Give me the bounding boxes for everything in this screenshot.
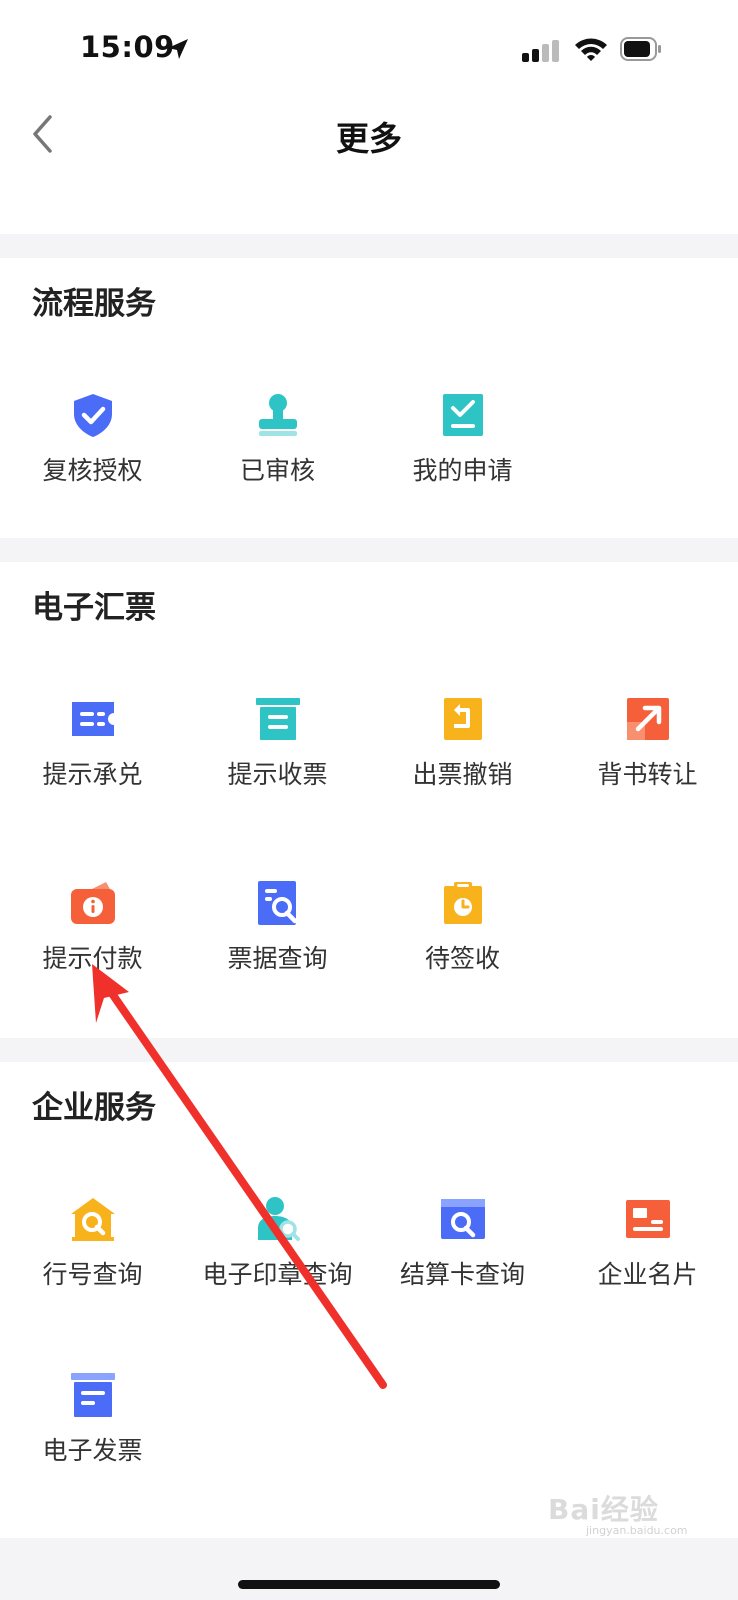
item-label: 企业名片	[597, 1260, 698, 1289]
item-bank-code-query[interactable]: 行号查询	[0, 1196, 185, 1291]
item-endorse-transfer[interactable]: 背书转让	[555, 696, 738, 791]
item-label: 背书转让	[597, 760, 698, 789]
document-search-icon	[257, 881, 297, 925]
location-arrow-icon	[166, 37, 190, 65]
section-title: 流程服务	[32, 286, 156, 322]
watermark-url: jingyan.baidu.com	[586, 1524, 688, 1537]
watermark: Bai经验	[548, 1493, 659, 1526]
status-bar: 15:09	[0, 0, 738, 100]
checklist-icon	[442, 394, 483, 436]
wallet-info-icon	[70, 882, 115, 924]
item-settlement-card-query[interactable]: 结算卡查询	[370, 1196, 555, 1291]
transfer-arrow-icon	[626, 698, 669, 740]
cellular-signal-icon	[522, 40, 560, 66]
invoice-box-icon	[70, 1373, 115, 1417]
item-label: 票据查询	[227, 944, 328, 973]
business-card-icon	[625, 1200, 670, 1238]
item-label: 提示付款	[42, 944, 143, 973]
item-bill-query[interactable]: 票据查询	[185, 880, 370, 975]
item-label: 提示承兑	[42, 760, 143, 789]
seal-search-icon	[257, 1197, 300, 1241]
section-title: 电子汇票	[32, 590, 156, 626]
item-pending-receipt[interactable]: 待签收	[370, 880, 555, 975]
home-indicator	[238, 1580, 500, 1589]
item-label: 电子发票	[42, 1436, 143, 1465]
item-prompt-receive[interactable]: 提示收票	[185, 696, 370, 791]
section-enterprise-services: 企业服务 行号查询 电子印章查询 结算卡查询 企业名片 电子发票	[0, 1062, 738, 1538]
card-search-icon	[440, 1199, 485, 1239]
item-review-authorize[interactable]: 复核授权	[0, 392, 185, 487]
item-label: 已审核	[239, 456, 315, 485]
item-label: 电子印章查询	[202, 1260, 353, 1289]
page-title: 更多	[336, 119, 402, 158]
ticket-icon	[71, 702, 114, 736]
item-label: 出票撤销	[412, 760, 513, 789]
undo-document-icon	[443, 698, 482, 740]
item-label: 我的申请	[412, 456, 513, 485]
item-label: 结算卡查询	[399, 1260, 525, 1289]
item-business-card[interactable]: 企业名片	[555, 1196, 738, 1291]
archive-icon	[255, 698, 300, 740]
item-label: 待签收	[424, 944, 500, 973]
item-label: 提示收票	[227, 760, 328, 789]
item-prompt-payment[interactable]: 提示付款	[0, 880, 185, 975]
item-prompt-acceptance[interactable]: 提示承兑	[0, 696, 185, 791]
clipboard-clock-icon	[443, 882, 482, 924]
stamp-icon	[258, 394, 297, 436]
section-title: 企业服务	[32, 1090, 156, 1126]
battery-icon	[620, 37, 662, 65]
section-electronic-bills: 电子汇票 提示承兑 提示收票 出票撤销 背书转让 提示付款 票据查询 待签收	[0, 562, 738, 1038]
bank-search-icon	[70, 1198, 115, 1241]
wifi-icon	[574, 36, 608, 66]
shield-check-icon	[73, 394, 112, 437]
nav-bar: 更多	[0, 100, 738, 234]
status-time: 15:09	[80, 30, 175, 64]
item-e-invoice[interactable]: 电子发票	[0, 1372, 185, 1467]
item-my-applications[interactable]: 我的申请	[370, 392, 555, 487]
item-e-seal-query[interactable]: 电子印章查询	[185, 1196, 370, 1291]
item-revoke-issue[interactable]: 出票撤销	[370, 696, 555, 791]
section-process-services: 流程服务 复核授权 已审核 我的申请	[0, 258, 738, 538]
item-reviewed[interactable]: 已审核	[185, 392, 370, 487]
item-label: 复核授权	[42, 456, 143, 485]
item-label: 行号查询	[42, 1260, 143, 1289]
